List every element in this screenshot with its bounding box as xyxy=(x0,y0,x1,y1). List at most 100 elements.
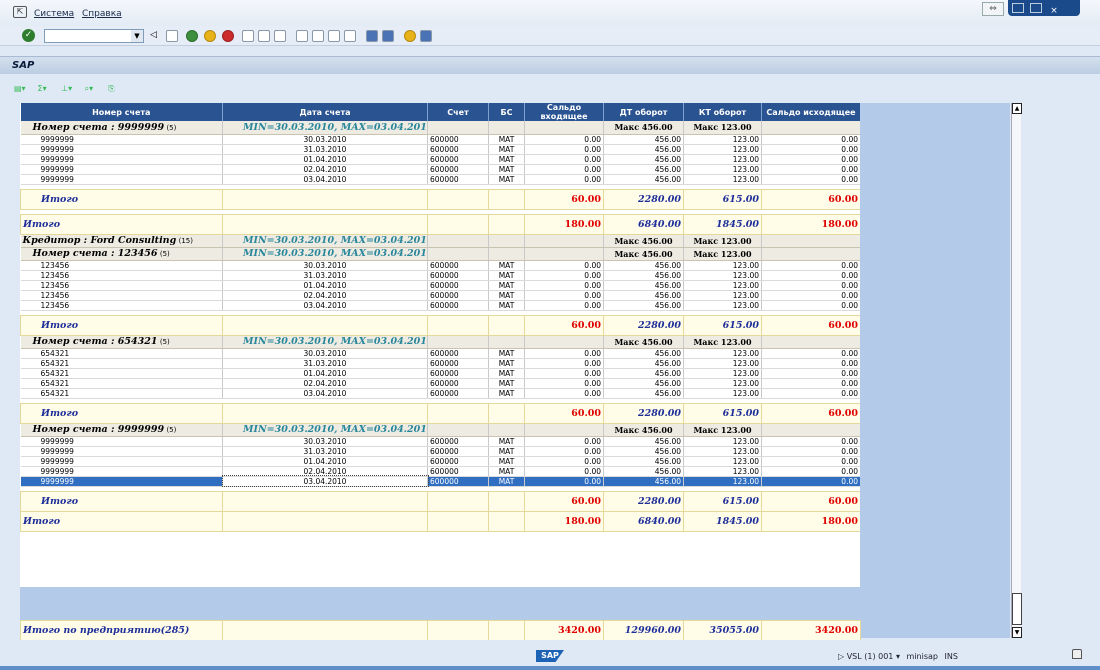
cell-credit[interactable]: 123.00 xyxy=(683,154,762,165)
menu-help[interactable]: Справка xyxy=(82,9,122,19)
cell-closing[interactable]: 0.00 xyxy=(761,260,860,271)
cell-debit[interactable]: 456.00 xyxy=(603,154,684,165)
subtotal-row[interactable]: Итого 60.00 2280.00 615.00 60.00 xyxy=(20,188,860,210)
subtotal-row[interactable]: Итого 60.00 2280.00 615.00 60.00 xyxy=(20,402,860,424)
cell-bs[interactable]: MAT xyxy=(488,466,525,477)
cell-date[interactable]: 31.03.2010 xyxy=(222,446,428,457)
cell-date[interactable]: 31.03.2010 xyxy=(222,144,428,155)
system-menu-icon[interactable]: ⇱ xyxy=(13,6,27,18)
cell-account[interactable]: 654321 xyxy=(20,348,223,359)
cell-date[interactable]: 03.04.2010 xyxy=(221,475,429,487)
cell-opening[interactable]: 0.00 xyxy=(524,436,604,447)
cell-gl[interactable]: 600000 xyxy=(427,476,489,487)
cell-debit[interactable]: 456.00 xyxy=(603,446,684,457)
cell-date[interactable]: 01.04.2010 xyxy=(222,280,428,291)
cell-debit[interactable]: 456.00 xyxy=(603,436,684,447)
cell-bs[interactable]: MAT xyxy=(488,388,525,399)
cell-credit[interactable]: 123.00 xyxy=(683,260,762,271)
cell-bs[interactable]: MAT xyxy=(488,144,525,155)
cell-debit[interactable]: 456.00 xyxy=(603,466,684,477)
col-opening[interactable]: Сальдо входящее xyxy=(524,103,604,121)
cell-closing[interactable]: 0.00 xyxy=(761,164,860,175)
table-row[interactable]: 9999999 03.04.2010 600000 MAT 0.00 456.00 123.… xyxy=(20,475,860,487)
cell-gl[interactable]: 600000 xyxy=(427,260,489,271)
cell-gl[interactable]: 600000 xyxy=(427,348,489,359)
cell-credit[interactable]: 123.00 xyxy=(683,456,762,467)
cell-opening[interactable]: 0.00 xyxy=(524,154,604,165)
cell-credit[interactable]: 123.00 xyxy=(683,164,762,175)
cell-bs[interactable]: MAT xyxy=(488,456,525,467)
cell-date[interactable]: 01.04.2010 xyxy=(222,154,428,165)
col-bs[interactable]: БС xyxy=(488,103,525,121)
cell-debit[interactable]: 456.00 xyxy=(603,388,684,399)
col-debit[interactable]: ДТ оборот xyxy=(603,103,684,121)
cell-opening[interactable]: 0.00 xyxy=(524,144,604,155)
cell-bs[interactable]: MAT xyxy=(488,446,525,457)
shortcut-icon[interactable] xyxy=(382,30,394,42)
lock-icon[interactable] xyxy=(1072,649,1082,659)
cell-account[interactable]: 654321 xyxy=(20,388,223,399)
cell-closing[interactable]: 0.00 xyxy=(761,456,860,467)
cell-gl[interactable]: 600000 xyxy=(427,300,489,311)
cell-opening[interactable]: 0.00 xyxy=(524,300,604,311)
cell-credit[interactable]: 123.00 xyxy=(683,358,762,369)
vendor-total-row[interactable]: Итого 180.00 6840.00 1845.00 180.00 xyxy=(20,510,860,532)
cell-debit[interactable]: 456.00 xyxy=(603,290,684,301)
cell-gl[interactable]: 600000 xyxy=(427,144,489,155)
cell-closing[interactable]: 0.00 xyxy=(761,300,860,311)
cell-account[interactable]: 123456 xyxy=(20,290,223,301)
export-icon[interactable]: ⎘ xyxy=(108,84,126,95)
details-icon[interactable]: ▤▾ xyxy=(14,84,32,95)
cell-date[interactable]: 03.04.2010 xyxy=(222,174,428,185)
cell-debit[interactable]: 456.00 xyxy=(603,368,684,379)
table-row[interactable]: 123456 03.04.2010 600000 MAT 0.00 456.00 123.0… xyxy=(20,300,860,311)
cell-date[interactable]: 01.04.2010 xyxy=(222,368,428,379)
cell-account[interactable]: 9999999 xyxy=(20,466,223,477)
scroll-thumb[interactable] xyxy=(1012,593,1022,625)
cell-debit[interactable]: 456.00 xyxy=(603,164,684,175)
cell-credit[interactable]: 123.00 xyxy=(683,476,762,487)
cell-gl[interactable]: 600000 xyxy=(427,388,489,399)
cell-date[interactable]: 31.03.2010 xyxy=(222,358,428,369)
cell-account[interactable]: 123456 xyxy=(20,280,223,291)
cell-opening[interactable]: 0.00 xyxy=(524,164,604,175)
find-icon[interactable]: ⌕▾ xyxy=(85,84,103,95)
table-row[interactable]: 123456 02.04.2010 600000 MAT 0.00 456.00 123.0… xyxy=(20,290,860,301)
cell-closing[interactable]: 0.00 xyxy=(761,348,860,359)
cell-credit[interactable]: 123.00 xyxy=(683,290,762,301)
cell-debit[interactable]: 456.00 xyxy=(603,144,684,155)
cell-bs[interactable]: MAT xyxy=(488,280,525,291)
layout-menu-icon[interactable] xyxy=(420,30,432,42)
cell-account[interactable]: 9999999 xyxy=(20,154,223,165)
cell-date[interactable]: 30.03.2010 xyxy=(222,260,428,271)
cell-debit[interactable]: 456.00 xyxy=(603,456,684,467)
cell-debit[interactable]: 456.00 xyxy=(603,270,684,281)
subtotal-icon[interactable]: ⊥▾ xyxy=(61,84,79,95)
cell-bs[interactable]: MAT xyxy=(488,270,525,281)
help-icon[interactable] xyxy=(404,30,416,42)
back-icon[interactable] xyxy=(186,30,198,42)
table-row[interactable]: 9999999 31.03.2010 600000 MAT 0.00 456.00 123.… xyxy=(20,446,860,457)
cell-credit[interactable]: 123.00 xyxy=(683,280,762,291)
cell-closing[interactable]: 0.00 xyxy=(761,446,860,457)
cell-account[interactable]: 654321 xyxy=(20,358,223,369)
cell-closing[interactable]: 0.00 xyxy=(761,388,860,399)
table-row[interactable]: 9999999 30.03.2010 600000 MAT 0.00 456.00 123.… xyxy=(20,134,860,145)
cell-credit[interactable]: 123.00 xyxy=(683,134,762,145)
cell-bs[interactable]: MAT xyxy=(488,134,525,145)
cell-gl[interactable]: 600000 xyxy=(427,358,489,369)
cell-account[interactable]: 9999999 xyxy=(20,144,223,155)
cell-credit[interactable]: 123.00 xyxy=(683,436,762,447)
cell-debit[interactable]: 456.00 xyxy=(603,378,684,389)
cell-gl[interactable]: 600000 xyxy=(427,164,489,175)
save-icon[interactable] xyxy=(166,30,178,42)
sum-icon[interactable]: Σ▾ xyxy=(38,84,56,95)
cell-account[interactable]: 9999999 xyxy=(20,436,223,447)
col-gl[interactable]: Счет xyxy=(427,103,489,121)
cell-gl[interactable]: 600000 xyxy=(427,446,489,457)
table-row[interactable]: 654321 03.04.2010 600000 MAT 0.00 456.00 123.0… xyxy=(20,388,860,399)
cell-date[interactable]: 02.04.2010 xyxy=(222,378,428,389)
cell-debit[interactable]: 456.00 xyxy=(603,476,684,487)
next-page-icon[interactable] xyxy=(328,30,340,42)
cell-credit[interactable]: 123.00 xyxy=(683,300,762,311)
